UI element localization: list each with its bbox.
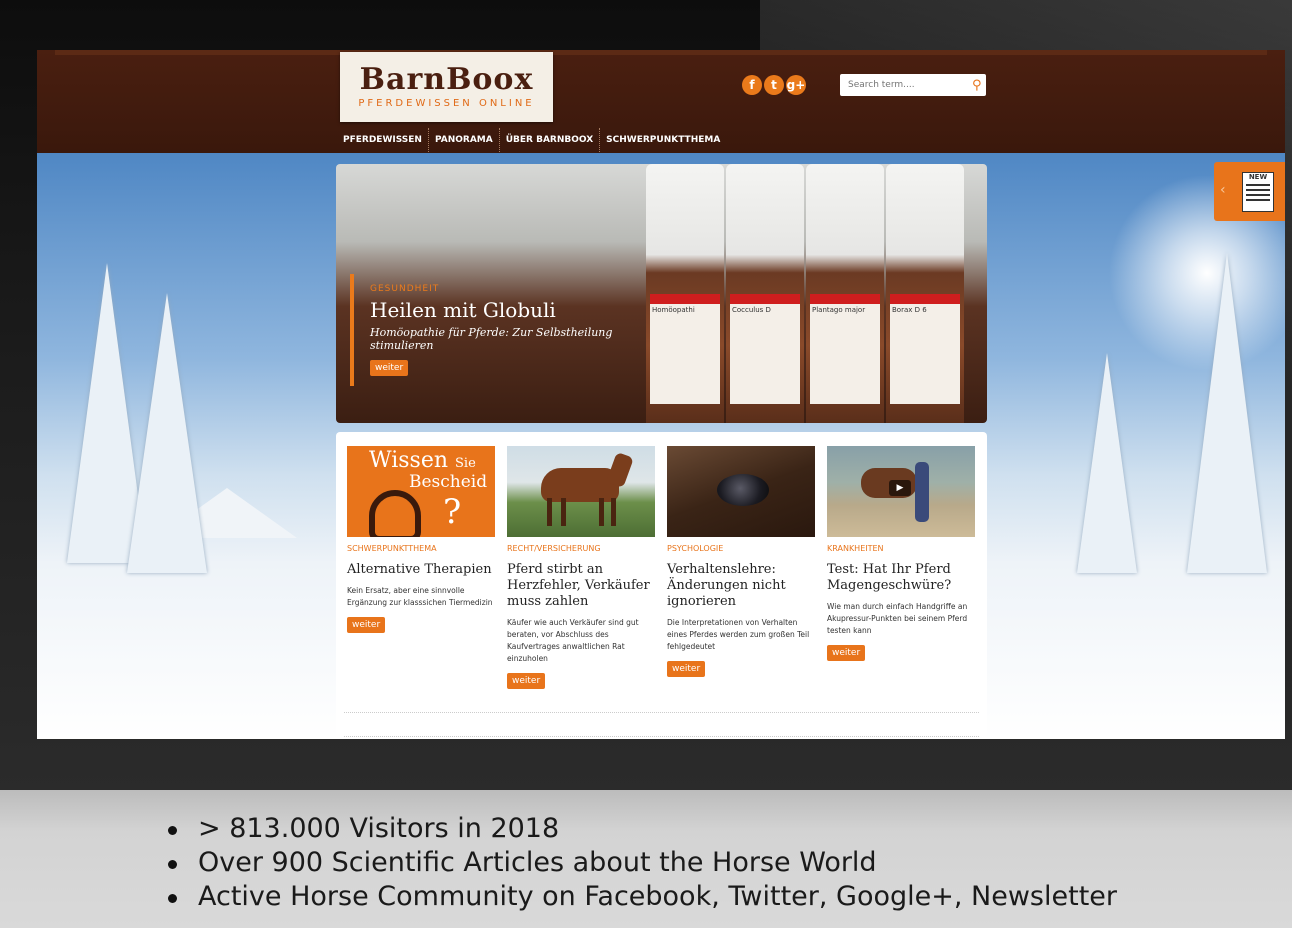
- nav-item-ueber-barnboox[interactable]: ÜBER BARNBOOX: [500, 128, 601, 152]
- weiter-button[interactable]: weiter: [347, 617, 386, 633]
- play-icon[interactable]: ▶: [889, 480, 911, 496]
- horse-leg: [561, 498, 566, 526]
- hero-category[interactable]: GESUNDHEIT: [370, 284, 650, 294]
- social-links: f t g+: [742, 75, 806, 95]
- article-category[interactable]: KRANKHEITEN: [827, 544, 975, 553]
- hero-title[interactable]: Heilen mit Globuli: [370, 298, 650, 322]
- article-thumbnail[interactable]: Wissen Sie Bescheid ?: [347, 446, 495, 537]
- search-icon[interactable]: ⚲: [972, 78, 982, 93]
- search-box: ⚲: [840, 74, 986, 96]
- twitter-icon[interactable]: t: [764, 75, 784, 95]
- hero-subtitle: Homöopathie für Pferde: Zur Selbstheilun…: [370, 326, 613, 352]
- snow-tree: [1077, 353, 1137, 573]
- bottle: Homöopathi: [646, 164, 724, 423]
- thumb-text-bescheid: Bescheid: [409, 472, 488, 492]
- facebook-icon[interactable]: f: [742, 75, 762, 95]
- horseshoe-icon: [369, 490, 421, 537]
- horse-leg: [599, 498, 604, 526]
- article-thumbnail[interactable]: [507, 446, 655, 537]
- hero-weiter-button[interactable]: weiter: [370, 360, 409, 376]
- horse-figure: [541, 468, 619, 502]
- bullet-item: Over 900 Scientific Articles about the H…: [164, 846, 1117, 880]
- horse-leg: [611, 498, 616, 526]
- bullet-item: Active Horse Community on Facebook, Twit…: [164, 880, 1117, 914]
- horse-head: [606, 451, 634, 489]
- article-category[interactable]: PSYCHOLOGIE: [667, 544, 815, 553]
- google-plus-icon[interactable]: g+: [786, 75, 806, 95]
- article-category[interactable]: SCHWERPUNKTTHEMA: [347, 544, 495, 553]
- thumb-text-question: ?: [443, 492, 462, 532]
- horse-eye: [717, 474, 769, 506]
- site-header: BarnBoox PFERDEWISSEN ONLINE f t g+ ⚲ PF…: [37, 50, 1285, 153]
- weiter-button[interactable]: weiter: [667, 661, 706, 677]
- nav-item-panorama[interactable]: PANORAMA: [429, 128, 500, 152]
- thumb-text-sie: Sie: [455, 456, 476, 471]
- article-video-thumbnail[interactable]: ▶: [827, 446, 975, 537]
- bottle: Cocculus D: [726, 164, 804, 423]
- hero-image-bottles: Homöopathi Cocculus D Plantago major Bor…: [646, 164, 987, 423]
- newspaper-icon: NEW: [1242, 172, 1274, 212]
- article-title[interactable]: Alternative Therapien: [347, 562, 495, 578]
- header-topline: [55, 50, 1267, 55]
- article-title[interactable]: Verhaltenslehre: Änderungen nicht ignori…: [667, 562, 815, 610]
- article-excerpt: Die Interpretationen von Verhalten eines…: [667, 618, 810, 651]
- article-excerpt: Wie man durch einfach Handgriffe an Akup…: [827, 602, 968, 635]
- divider: [344, 712, 979, 713]
- article-thumbnail[interactable]: [667, 446, 815, 537]
- article-title[interactable]: Pferd stirbt an Herzfehler, Verkäufer mu…: [507, 562, 655, 610]
- main-nav: PFERDEWISSEN PANORAMA ÜBER BARNBOOX SCHW…: [340, 128, 726, 152]
- bottle-label: Borax D 6: [890, 294, 960, 404]
- article-card: ▶ KRANKHEITEN Test: Hat Ihr Pferd Mageng…: [827, 446, 975, 661]
- article-excerpt: Käufer wie auch Verkäufer sind gut berat…: [507, 618, 639, 663]
- weiter-button[interactable]: weiter: [507, 673, 546, 689]
- bullet-item: > 813.000 Visitors in 2018: [164, 812, 1117, 846]
- logo-title: BarnBoox: [359, 62, 534, 97]
- article-teasers: Wissen Sie Bescheid ? SCHWERPUNKTTHEMA A…: [336, 432, 987, 739]
- person-figure: [915, 462, 929, 522]
- divider: [344, 736, 979, 737]
- bottle-label: Homöopathi: [650, 294, 720, 404]
- article-card: PSYCHOLOGIE Verhaltenslehre: Änderungen …: [667, 446, 815, 677]
- article-excerpt: Kein Ersatz, aber eine sinnvolle Ergänzu…: [347, 586, 493, 607]
- bullet-list: > 813.000 Visitors in 2018 Over 900 Scie…: [164, 812, 1117, 914]
- new-label: NEW: [1248, 173, 1268, 181]
- search-input[interactable]: [846, 79, 968, 91]
- new-articles-tab[interactable]: ‹ NEW: [1214, 162, 1285, 221]
- article-card: RECHT/VERSICHERUNG Pferd stirbt an Herzf…: [507, 446, 655, 689]
- bottle-label: Cocculus D: [730, 294, 800, 404]
- article-card: Wissen Sie Bescheid ? SCHWERPUNKTTHEMA A…: [347, 446, 495, 633]
- hero-caption: GESUNDHEIT Heilen mit Globuli Homöopathi…: [350, 274, 650, 386]
- site-logo[interactable]: BarnBoox PFERDEWISSEN ONLINE: [340, 52, 553, 122]
- nav-item-schwerpunktthema[interactable]: SCHWERPUNKTTHEMA: [600, 128, 726, 152]
- feature-bullets: > 813.000 Visitors in 2018 Over 900 Scie…: [0, 790, 1292, 928]
- weiter-button[interactable]: weiter: [827, 645, 866, 661]
- snow-tree: [1187, 253, 1267, 573]
- article-title[interactable]: Test: Hat Ihr Pferd Magengeschwüre?: [827, 562, 975, 594]
- hero-slider[interactable]: Homöopathi Cocculus D Plantago major Bor…: [336, 164, 987, 423]
- bottle: Borax D 6: [886, 164, 964, 423]
- logo-subtitle: PFERDEWISSEN ONLINE: [358, 98, 535, 109]
- bottle-label: Plantago major: [810, 294, 880, 404]
- website-screenshot: BarnBoox PFERDEWISSEN ONLINE f t g+ ⚲ PF…: [37, 50, 1285, 739]
- article-category[interactable]: RECHT/VERSICHERUNG: [507, 544, 655, 553]
- thumb-text-wissen: Wissen: [369, 448, 449, 473]
- snow-tree: [127, 293, 207, 573]
- nav-item-pferdewissen[interactable]: PFERDEWISSEN: [340, 128, 429, 152]
- bottle: Plantago major: [806, 164, 884, 423]
- chevron-left-icon: ‹: [1220, 182, 1226, 198]
- horse-leg: [547, 498, 552, 526]
